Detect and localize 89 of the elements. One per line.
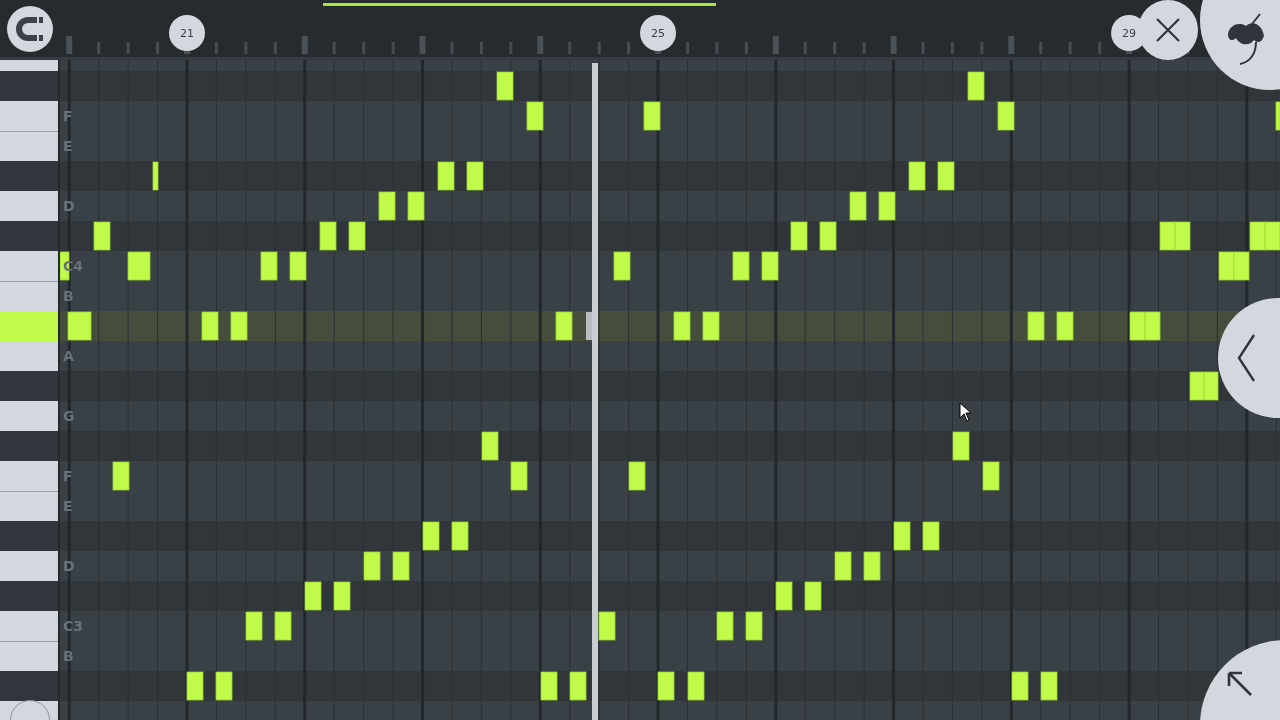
note-block[interactable] xyxy=(804,581,822,611)
note-block[interactable] xyxy=(643,101,661,131)
note-block[interactable] xyxy=(245,611,263,641)
note-block[interactable] xyxy=(790,221,808,251)
note-block[interactable] xyxy=(437,161,455,191)
note-block[interactable] xyxy=(289,251,307,281)
note-block[interactable] xyxy=(1056,311,1074,341)
note-block[interactable] xyxy=(1233,251,1250,281)
note-name-label: E xyxy=(63,138,73,154)
note-name-label: C3 xyxy=(63,618,83,634)
note-block[interactable] xyxy=(466,161,484,191)
note-block[interactable] xyxy=(834,551,852,581)
note-block[interactable] xyxy=(451,521,469,551)
note-block[interactable] xyxy=(526,101,544,131)
note-block[interactable] xyxy=(363,551,381,581)
note-name-label: F xyxy=(63,108,73,124)
note-block[interactable] xyxy=(201,311,219,341)
note-block[interactable] xyxy=(392,551,410,581)
note-block[interactable] xyxy=(304,581,322,611)
note-block[interactable] xyxy=(1011,671,1029,701)
note-block[interactable] xyxy=(186,671,204,701)
note-block[interactable] xyxy=(481,431,499,461)
note-name-label: D xyxy=(63,198,75,214)
note-block[interactable] xyxy=(230,311,248,341)
note-name-label: G xyxy=(63,408,75,424)
note-block[interactable] xyxy=(657,671,675,701)
note-block[interactable] xyxy=(687,671,705,701)
note-block[interactable] xyxy=(274,611,292,641)
note-block[interactable] xyxy=(982,461,1000,491)
note-block[interactable] xyxy=(952,431,970,461)
note-block[interactable] xyxy=(378,191,396,221)
mouse-pointer-icon xyxy=(959,402,973,422)
note-name-label: D xyxy=(63,558,75,574)
note-block[interactable] xyxy=(1040,671,1058,701)
note-block[interactable] xyxy=(863,551,881,581)
note-block[interactable] xyxy=(849,191,867,221)
note-block[interactable] xyxy=(127,251,151,281)
bar-number-marker[interactable]: 25 xyxy=(640,15,677,51)
note-name-label: B xyxy=(63,648,74,664)
note-block[interactable] xyxy=(555,311,573,341)
note-block[interactable] xyxy=(319,221,337,251)
bar-number-marker[interactable]: 21 xyxy=(169,15,205,51)
note-block[interactable] xyxy=(628,461,646,491)
chevron-left-icon xyxy=(1236,333,1256,383)
note-block[interactable] xyxy=(510,461,528,491)
note-block[interactable] xyxy=(967,71,985,101)
note-block[interactable] xyxy=(1174,221,1191,251)
note-block[interactable] xyxy=(260,251,278,281)
snap-button[interactable] xyxy=(7,5,53,52)
note-block[interactable] xyxy=(152,161,159,191)
note-block[interactable] xyxy=(1264,221,1280,251)
note-block[interactable] xyxy=(819,221,837,251)
note-block[interactable] xyxy=(997,101,1015,131)
note-block[interactable] xyxy=(878,191,896,221)
note-block[interactable] xyxy=(745,611,763,641)
note-block[interactable] xyxy=(407,191,425,221)
note-block[interactable] xyxy=(496,71,514,101)
note-block[interactable] xyxy=(112,461,130,491)
note-block[interactable] xyxy=(702,311,720,341)
note-name-label: E xyxy=(63,498,73,514)
note-name-label: B xyxy=(63,288,74,304)
note-block[interactable] xyxy=(348,221,366,251)
note-block[interactable] xyxy=(761,251,779,281)
note-block[interactable] xyxy=(93,221,111,251)
close-icon xyxy=(1155,17,1181,43)
note-block[interactable] xyxy=(215,671,233,701)
note-block[interactable] xyxy=(775,581,793,611)
note-block[interactable] xyxy=(1203,371,1219,401)
note-name-label: F xyxy=(63,468,73,484)
note-block[interactable] xyxy=(1275,101,1280,131)
note-block[interactable] xyxy=(540,671,558,701)
note-block[interactable] xyxy=(922,521,940,551)
note-block[interactable] xyxy=(716,611,734,641)
note-block[interactable] xyxy=(1144,311,1161,341)
note-block[interactable] xyxy=(598,611,616,641)
note-block[interactable] xyxy=(937,161,955,191)
note-block[interactable] xyxy=(673,311,691,341)
note-block[interactable] xyxy=(1189,371,1205,401)
note-block[interactable] xyxy=(333,581,351,611)
note-name-label: A xyxy=(63,348,74,364)
note-block[interactable] xyxy=(893,521,911,551)
note-block[interactable] xyxy=(67,311,92,341)
note-block[interactable] xyxy=(613,251,631,281)
note-block[interactable] xyxy=(908,161,926,191)
note-block[interactable] xyxy=(1027,311,1045,341)
note-block[interactable] xyxy=(422,521,440,551)
note-block[interactable] xyxy=(732,251,750,281)
arrow-up-left-icon xyxy=(1226,670,1254,698)
note-block[interactable] xyxy=(569,671,587,701)
